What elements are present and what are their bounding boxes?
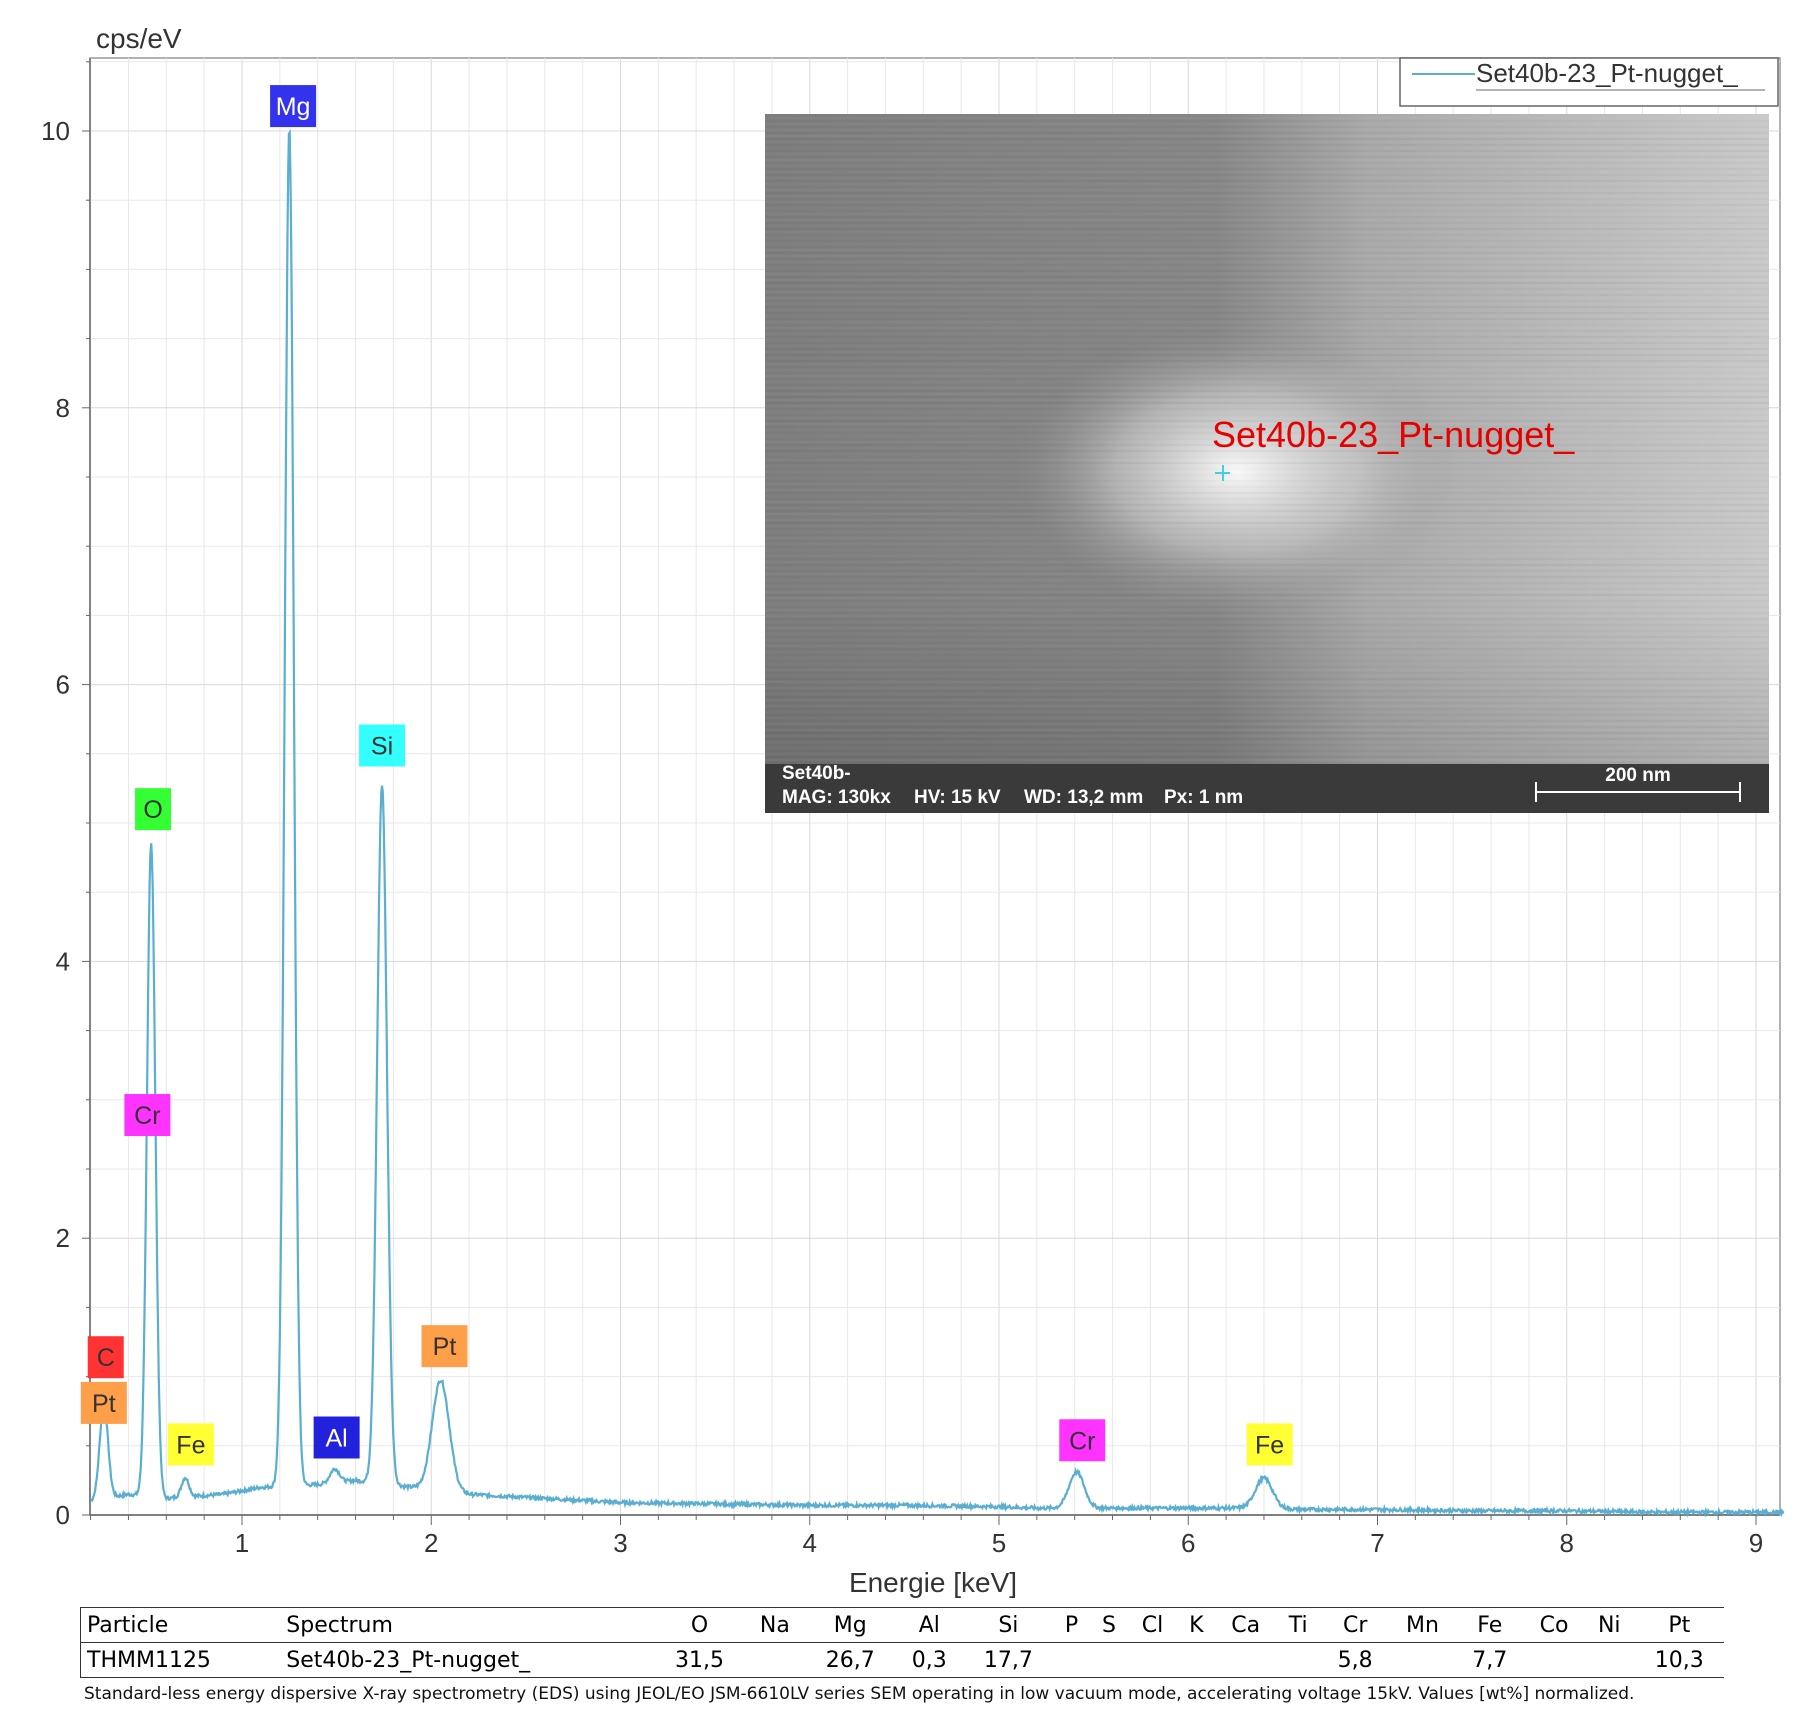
table-header: S [1090, 1607, 1129, 1643]
x-tick-label: 7 [1370, 1528, 1384, 1558]
x-tick-label: 2 [424, 1528, 438, 1558]
y-tick-label: 8 [56, 393, 70, 423]
table-header: K [1177, 1607, 1216, 1643]
table-header: Na [744, 1607, 806, 1643]
table-cell: 31,5 [654, 1642, 745, 1678]
legend-entry: Set40b-23_Pt-nugget_ [1476, 58, 1738, 88]
sem-sample-name: Set40b- [782, 763, 851, 784]
table-header: Mn [1389, 1607, 1456, 1643]
peak-label-si: Si [359, 724, 406, 767]
peak-label-text: Pt [433, 1333, 457, 1361]
peak-label-text: Pt [92, 1390, 116, 1418]
x-tick-labels: 1 2 3 4 5 6 7 8 9 [90, 1515, 1763, 1558]
footnote: Standard-less energy dispersive X-ray sp… [84, 1684, 1635, 1704]
table-header-row: Particle Spectrum O Na Mg Al Si P S Cl K… [80, 1607, 1724, 1643]
table-header: Ni [1583, 1607, 1635, 1643]
table-cell [744, 1642, 806, 1678]
peak-label-text: Si [371, 732, 393, 760]
table-cell: 5,8 [1320, 1642, 1390, 1678]
table-header: Pt [1634, 1607, 1724, 1643]
table-cell [1090, 1642, 1129, 1678]
sem-image-inset: Set40b-23_Pt-nugget_ Set40b- MAG: 130kx … [765, 114, 1769, 813]
eds-spectrum-chart: cps/eV Energie [keV] 0246810 123456789 C… [41, 23, 1785, 1598]
sem-mag: MAG: 130kx [782, 787, 891, 808]
y-tick-label: 10 [41, 116, 70, 146]
table-cell: 26,7 [805, 1642, 895, 1678]
table-cell [1053, 1642, 1091, 1678]
peak-label-al: Al [313, 1416, 360, 1459]
peak-label-c: C [87, 1336, 124, 1379]
peak-label-text: C [97, 1344, 115, 1372]
table-cell: 17,7 [963, 1642, 1053, 1678]
composition-table: Particle Spectrum O Na Mg Al Si P S Cl K… [80, 1607, 1724, 1678]
table-header: Cl [1128, 1607, 1178, 1643]
x-tick-label: 3 [613, 1528, 627, 1558]
table-cell [1524, 1642, 1584, 1678]
sem-hv: HV: 15 kV [914, 787, 1001, 808]
table-header: Ca [1215, 1607, 1276, 1643]
peak-label-text: Cr [1069, 1427, 1095, 1455]
x-tick-label: 9 [1749, 1528, 1763, 1558]
peak-label-text: Fe [1255, 1431, 1284, 1459]
table-cell [1583, 1642, 1635, 1678]
table-header: Al [894, 1607, 964, 1643]
peak-label-text: Al [326, 1424, 348, 1452]
table-cell: 0,3 [894, 1642, 964, 1678]
peak-label-cr: Cr [1059, 1419, 1106, 1462]
table-header: Spectrum [280, 1607, 655, 1643]
table-header: Fe [1455, 1607, 1525, 1643]
peak-label-mg: Mg [270, 85, 317, 128]
y-tick-label: 6 [56, 670, 70, 700]
y-tick-label: 2 [56, 1223, 70, 1253]
table-header: Ti [1275, 1607, 1321, 1643]
peak-label-text: Cr [134, 1102, 160, 1130]
table-header: Particle [80, 1607, 281, 1643]
table-header: Cr [1320, 1607, 1390, 1643]
table-cell [1128, 1642, 1178, 1678]
sem-px: Px: 1 nm [1164, 787, 1243, 808]
peak-label-fe: Fe [167, 1423, 214, 1466]
peak-label-fe: Fe [1246, 1423, 1293, 1466]
x-tick-label: 6 [1181, 1528, 1195, 1558]
table-cell [1177, 1642, 1216, 1678]
x-tick-label: 8 [1560, 1528, 1574, 1558]
table-cell: 10,3 [1634, 1642, 1724, 1678]
table-header: Mg [805, 1607, 895, 1643]
peak-label-text: Fe [176, 1431, 205, 1459]
table-cell: 7,7 [1455, 1642, 1525, 1678]
peak-label-text: O [143, 796, 162, 824]
table-cell [1389, 1642, 1456, 1678]
peak-label-o: O [135, 788, 172, 831]
table-cell [1275, 1642, 1321, 1678]
legend: Set40b-23_Pt-nugget_ [1399, 57, 1779, 107]
x-axis-title: Energie [keV] [849, 1567, 1017, 1598]
x-tick-label: 4 [803, 1528, 817, 1558]
table-row: THMM1125 Set40b-23_Pt-nugget_ 31,5 26,7 … [80, 1642, 1724, 1678]
y-tick-label: 0 [56, 1500, 70, 1530]
y-axis-title: cps/eV [96, 23, 182, 54]
table-cell [1215, 1642, 1276, 1678]
table-header: Si [963, 1607, 1053, 1643]
x-tick-label: 1 [235, 1528, 249, 1558]
sem-scale-label: 200 nm [1605, 765, 1670, 786]
table-header: Co [1524, 1607, 1584, 1643]
x-tick-label: 5 [992, 1528, 1006, 1558]
peak-label-pt: Pt [80, 1381, 127, 1424]
sem-spot-label: Set40b-23_Pt-nugget_ [1212, 414, 1575, 455]
table-cell: Set40b-23_Pt-nugget_ [280, 1642, 655, 1678]
table-cell: THMM1125 [80, 1642, 281, 1678]
peak-label-text: Mg [276, 93, 311, 121]
y-tick-label: 4 [56, 946, 70, 976]
table-header: O [654, 1607, 745, 1643]
table-header: P [1053, 1607, 1091, 1643]
sem-wd: WD: 13,2 mm [1024, 787, 1143, 808]
peak-label-cr: Cr [124, 1094, 171, 1137]
peak-label-pt: Pt [421, 1325, 468, 1368]
y-tick-labels: 0 2 4 6 8 10 [41, 61, 90, 1530]
